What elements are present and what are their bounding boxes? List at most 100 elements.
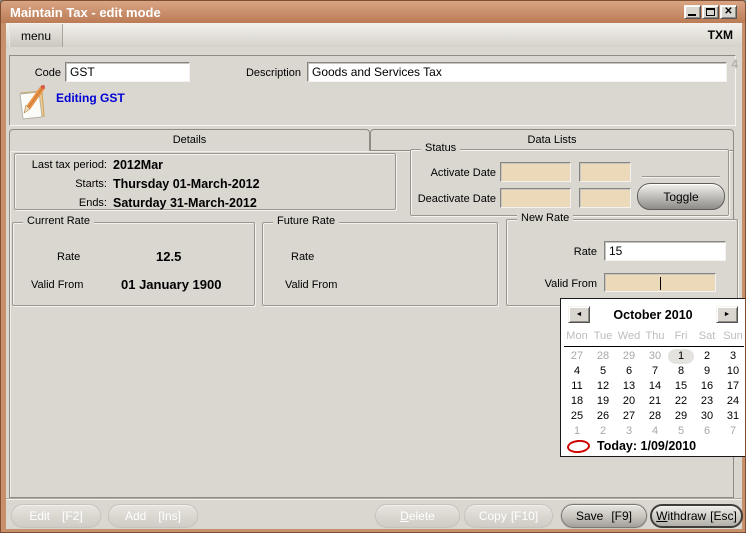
copy-button-label: Copy	[478, 509, 507, 523]
calendar-day[interactable]: 22	[668, 394, 694, 409]
calendar-day[interactable]: 1	[668, 349, 694, 364]
future-rate-group: Future Rate Rate Valid From	[262, 215, 498, 306]
current-rate-group: Current Rate Rate 12.5 Valid From 01 Jan…	[12, 215, 255, 306]
calendar-day[interactable]: 30	[694, 409, 720, 424]
weekday-label: Tue	[593, 330, 613, 342]
calendar-day[interactable]: 16	[694, 379, 720, 394]
maximize-button[interactable]	[702, 5, 719, 19]
calendar-day[interactable]: 23	[694, 394, 720, 409]
activate-date-label: Activate Date	[430, 167, 496, 179]
withdraw-button-key: [Esc]	[710, 509, 737, 523]
calendar-day[interactable]: 17	[720, 379, 745, 394]
activate-date-input-2[interactable]	[579, 162, 631, 182]
calendar-day[interactable]: 8	[668, 364, 694, 379]
calendar-day[interactable]: 5	[590, 364, 616, 379]
calendar-day[interactable]: 31	[720, 409, 745, 424]
window-title: Maintain Tax - edit mode	[10, 4, 161, 20]
activate-date-input-1[interactable]	[500, 162, 571, 182]
current-rate-legend: Current Rate	[23, 215, 94, 227]
calendar-day[interactable]: 29	[616, 349, 642, 364]
calendar-day[interactable]: 30	[642, 349, 668, 364]
calendar-day[interactable]: 28	[642, 409, 668, 424]
deactivate-date-input-2[interactable]	[579, 188, 631, 208]
calendar-day[interactable]: 3	[720, 349, 745, 364]
calendar-day[interactable]: 15	[668, 379, 694, 394]
weekday-label: Fri	[674, 330, 688, 342]
weekday-label: Sat	[698, 330, 716, 342]
copy-button[interactable]: Copy [F10]	[464, 504, 553, 528]
calendar-next-month-button[interactable]: ►	[716, 306, 738, 323]
date-picker-popup: ◄ October 2010 ► Mon Tue Wed Thu Fri Sat…	[560, 298, 745, 457]
calendar-day[interactable]: 20	[616, 394, 642, 409]
calendar-day[interactable]: 25	[564, 409, 590, 424]
weekday-separator-line	[564, 346, 744, 347]
withdraw-button-label: Withdraw	[656, 509, 707, 523]
delete-button-label: Delete	[400, 509, 435, 523]
calendar-weekday-header: Mon Tue Wed Thu Fri Sat Sun	[564, 330, 745, 342]
calendar-day[interactable]: 12	[590, 379, 616, 394]
close-icon: ✕	[724, 6, 733, 17]
menu-bar: menu TXM	[6, 23, 742, 47]
save-button[interactable]: Save [F9]	[561, 504, 647, 528]
tab-details[interactable]: Details	[9, 129, 370, 151]
period-starts-value: Thursday 01-March-2012	[113, 177, 260, 191]
calendar-day[interactable]: 18	[564, 394, 590, 409]
calendar-today-label[interactable]: Today: 1/09/2010	[597, 439, 696, 453]
edit-button[interactable]: Edit [F2]	[11, 504, 101, 528]
delete-button[interactable]: Delete	[375, 504, 460, 528]
calendar-day[interactable]: 29	[668, 409, 694, 424]
calendar-day[interactable]: 27	[616, 409, 642, 424]
status-group: Status Activate Date Deactivate Date Tog…	[410, 142, 729, 216]
minimize-button[interactable]	[684, 5, 701, 19]
add-button[interactable]: Add [Ins]	[108, 504, 198, 528]
calendar-day[interactable]: 26	[590, 409, 616, 424]
calendar-day[interactable]: 1	[564, 424, 590, 439]
calendar-day[interactable]: 24	[720, 394, 745, 409]
calendar-day[interactable]: 19	[590, 394, 616, 409]
copy-button-key: [F10]	[510, 509, 539, 523]
toggle-button[interactable]: Toggle	[637, 183, 725, 210]
deactivate-date-input-1[interactable]	[500, 188, 571, 208]
calendar-day[interactable]: 5	[668, 424, 694, 439]
close-button[interactable]: ✕	[720, 5, 737, 19]
weekday-label: Thu	[645, 330, 665, 342]
calendar-day[interactable]: 2	[590, 424, 616, 439]
new-rate-label: Rate	[573, 246, 597, 258]
future-rate-label: Rate	[291, 251, 315, 263]
calendar-day[interactable]: 14	[642, 379, 668, 394]
menu-button[interactable]: menu	[9, 24, 63, 47]
description-input[interactable]	[307, 62, 727, 82]
save-button-key: [F9]	[611, 509, 633, 523]
calendar-day[interactable]: 11	[564, 379, 590, 394]
new-rate-input[interactable]	[604, 241, 726, 261]
text-caret	[660, 277, 661, 290]
calendar-day[interactable]: 3	[616, 424, 642, 439]
status-legend: Status	[421, 142, 461, 154]
calendar-day[interactable]: 4	[564, 364, 590, 379]
period-ends-value: Saturday 31-March-2012	[113, 196, 257, 210]
calendar-day[interactable]: 10	[720, 364, 745, 379]
add-button-label: Add	[124, 509, 147, 523]
code-input[interactable]	[65, 62, 190, 82]
calendar-day[interactable]: 6	[616, 364, 642, 379]
save-button-label: Save	[575, 509, 604, 523]
calendar-day[interactable]: 7	[642, 364, 668, 379]
calendar-day[interactable]: 7	[720, 424, 745, 439]
minimize-icon	[688, 8, 696, 16]
maximize-icon	[706, 8, 715, 16]
calendar-day[interactable]: 28	[590, 349, 616, 364]
calendar-day[interactable]: 27	[564, 349, 590, 364]
calendar-day[interactable]: 2	[694, 349, 720, 364]
calendar-day[interactable]: 4	[642, 424, 668, 439]
edit-button-key: [F2]	[62, 509, 83, 523]
new-rate-legend: New Rate	[517, 212, 574, 224]
app-window: Maintain Tax - edit mode ✕ menu TXM 4 Co…	[0, 0, 746, 533]
calendar-day[interactable]: 9	[694, 364, 720, 379]
calendar-day[interactable]: 6	[694, 424, 720, 439]
calendar-day[interactable]: 21	[642, 394, 668, 409]
period-ends-label: Ends:	[78, 197, 107, 209]
calendar-day[interactable]: 13	[616, 379, 642, 394]
new-valid-from-input[interactable]	[604, 273, 716, 292]
withdraw-button[interactable]: Withdraw [Esc]	[650, 504, 743, 528]
status-divider-line	[642, 176, 720, 177]
